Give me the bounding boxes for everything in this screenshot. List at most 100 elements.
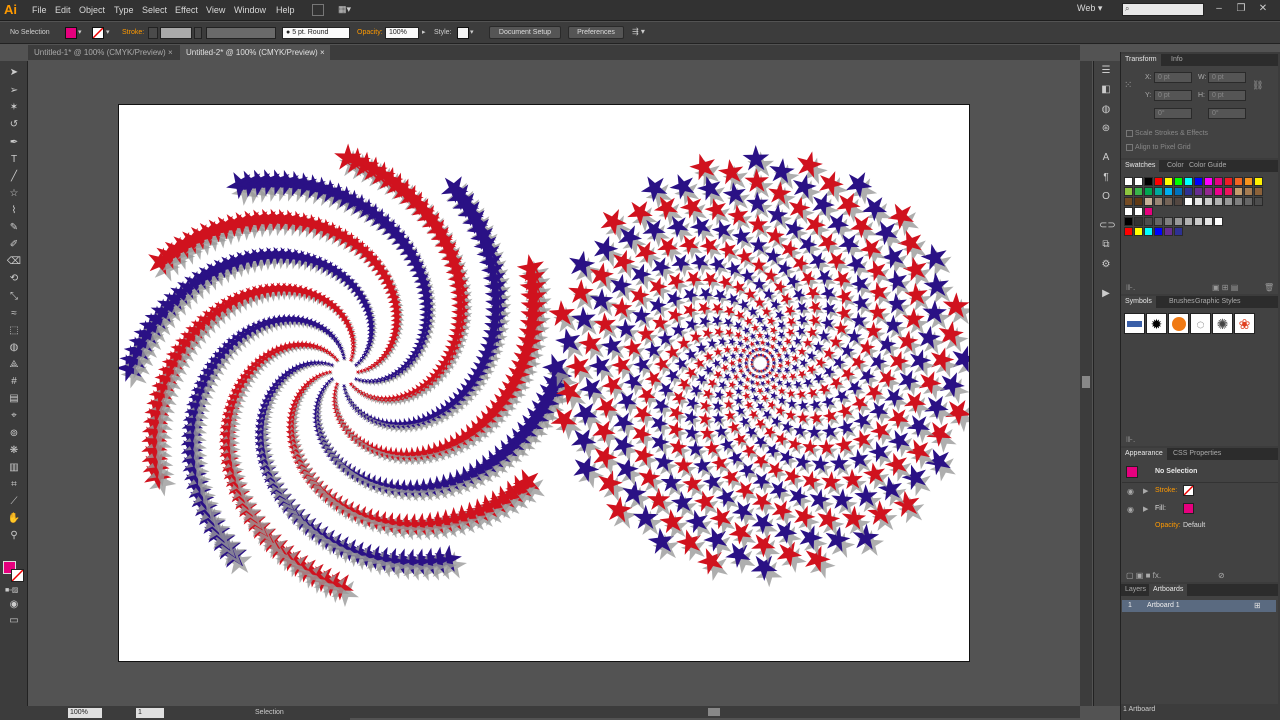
eraser-tool-icon[interactable]: ⌫ bbox=[6, 255, 22, 269]
direct-selection-tool-icon[interactable]: ➢ bbox=[6, 84, 22, 98]
trash-icon[interactable]: 🗑 bbox=[1264, 283, 1274, 292]
magic-wand-tool-icon[interactable]: ✶ bbox=[6, 101, 22, 115]
shape-builder-tool-icon[interactable]: ◍ bbox=[6, 341, 22, 355]
blend-tool-icon[interactable]: ⊚ bbox=[6, 427, 22, 441]
symbol-splat[interactable]: ✹ bbox=[1146, 313, 1167, 334]
tab-info[interactable]: Info bbox=[1167, 54, 1187, 66]
stroke-swatch[interactable] bbox=[92, 27, 104, 39]
warp-tool-icon[interactable]: ≈ bbox=[6, 307, 22, 321]
color-swatch[interactable] bbox=[1124, 197, 1133, 206]
status-mode-label[interactable]: Selection bbox=[255, 709, 284, 716]
spiral-star-artwork[interactable] bbox=[119, 140, 581, 611]
hand-tool-icon[interactable]: ✋ bbox=[6, 512, 22, 526]
stroke-weight-dropdown[interactable] bbox=[194, 27, 202, 39]
tab-css-properties[interactable]: CSS Properties bbox=[1169, 448, 1225, 460]
angle-field[interactable]: 0° bbox=[1154, 108, 1192, 119]
menu-view[interactable]: View bbox=[206, 4, 225, 16]
color-swatch[interactable] bbox=[1194, 177, 1203, 186]
tab-layers[interactable]: Layers bbox=[1121, 584, 1150, 596]
stroke-stepper[interactable] bbox=[148, 27, 158, 39]
workspace-switcher[interactable]: Web ▾ bbox=[1077, 3, 1102, 17]
style-dropdown-icon[interactable]: ▾ bbox=[470, 28, 474, 36]
menu-select[interactable]: Select bbox=[142, 4, 167, 16]
color-swatch[interactable] bbox=[1134, 197, 1143, 206]
color-swatch[interactable] bbox=[1184, 197, 1193, 206]
menu-help[interactable]: Help bbox=[276, 4, 295, 16]
appearance-fill-label[interactable]: Fill: bbox=[1155, 505, 1166, 512]
color-swatch[interactable] bbox=[1204, 217, 1213, 226]
color-swatch[interactable] bbox=[1174, 227, 1183, 236]
color-swatch[interactable] bbox=[1184, 217, 1193, 226]
color-swatch[interactable] bbox=[1214, 187, 1223, 196]
horizontal-scrollbar[interactable] bbox=[350, 706, 1080, 718]
actions-play-icon[interactable]: ▶ bbox=[1099, 287, 1113, 301]
screen-mode-icon[interactable]: ▭ bbox=[6, 614, 22, 628]
color-swatch[interactable] bbox=[1144, 187, 1153, 196]
color-swatch[interactable] bbox=[1164, 217, 1173, 226]
bridge-icon[interactable] bbox=[312, 4, 324, 16]
symbol-frame[interactable]: ◌ bbox=[1190, 313, 1211, 334]
brush-definition-field[interactable]: ● 5 pt. Round bbox=[282, 27, 350, 39]
artboard-nav-field[interactable]: 1 bbox=[136, 708, 164, 718]
pencil-tool-icon[interactable]: ✎ bbox=[6, 221, 22, 235]
arrange-documents-icon[interactable]: ▦▾ bbox=[338, 4, 358, 16]
minimize-icon[interactable]: – bbox=[1212, 3, 1226, 16]
color-swatch[interactable] bbox=[1134, 207, 1143, 216]
color-swatch[interactable] bbox=[1154, 187, 1163, 196]
restore-icon[interactable]: ❐ bbox=[1234, 3, 1248, 16]
symbol-orange-ball[interactable] bbox=[1168, 313, 1189, 334]
color-swatch[interactable] bbox=[1144, 197, 1153, 206]
tab-close-icon[interactable]: × bbox=[168, 48, 173, 57]
eye-icon[interactable]: ◉ bbox=[1127, 487, 1134, 496]
color-swatch[interactable] bbox=[1234, 187, 1243, 196]
document-setup-button[interactable]: Document Setup bbox=[489, 26, 561, 39]
menu-window[interactable]: Window bbox=[234, 4, 266, 16]
star-tool-icon[interactable]: ☆ bbox=[6, 187, 22, 201]
eyedropper-tool-icon[interactable]: ⌖ bbox=[6, 409, 22, 423]
align-pixel-checkbox[interactable] bbox=[1126, 144, 1133, 151]
tab-transform[interactable]: Transform bbox=[1121, 54, 1161, 66]
artboard-name[interactable]: Artboard 1 bbox=[1147, 602, 1180, 609]
color-swatch[interactable] bbox=[1194, 187, 1203, 196]
color-swatch[interactable] bbox=[1194, 217, 1203, 226]
blob-brush-tool-icon[interactable]: ✐ bbox=[6, 238, 22, 252]
menu-object[interactable]: Object bbox=[79, 4, 105, 16]
scale-tool-icon[interactable]: ⤡ bbox=[6, 290, 22, 304]
menu-lines-icon[interactable]: ☰ bbox=[1099, 64, 1113, 78]
y-field[interactable]: 0 pt bbox=[1154, 90, 1192, 101]
expand-arrow-icon[interactable]: ▶ bbox=[1143, 505, 1148, 513]
appearance-footer-icons[interactable]: ▢ ▣ ■ fx. bbox=[1126, 571, 1161, 580]
color-swatch[interactable] bbox=[1134, 227, 1143, 236]
artboard[interactable] bbox=[118, 104, 970, 662]
color-swatch[interactable] bbox=[1174, 177, 1183, 186]
menu-type[interactable]: Type bbox=[114, 4, 134, 16]
symbol-sprayer-tool-icon[interactable]: ❋ bbox=[6, 444, 22, 458]
opentype-icon[interactable]: O bbox=[1099, 190, 1113, 204]
variable-width-profile[interactable] bbox=[206, 27, 276, 39]
artboard-row[interactable] bbox=[1122, 600, 1276, 612]
opacity-label[interactable]: Opacity: bbox=[357, 29, 383, 36]
color-swatch[interactable] bbox=[1194, 197, 1203, 206]
appearance-opacity-label[interactable]: Opacity: bbox=[1155, 522, 1181, 529]
slice-tool-icon[interactable]: ⟋ bbox=[6, 495, 22, 509]
color-swatch[interactable] bbox=[1204, 177, 1213, 186]
pen-tool-icon[interactable]: ✒ bbox=[6, 136, 22, 150]
appearance-stroke-label[interactable]: Stroke: bbox=[1155, 487, 1177, 494]
color-swatch[interactable] bbox=[1204, 197, 1213, 206]
opacity-dropdown-icon[interactable]: ▸ bbox=[422, 28, 426, 36]
color-swatch[interactable] bbox=[1124, 217, 1133, 226]
line-tool-icon[interactable]: ╱ bbox=[6, 170, 22, 184]
menu-edit[interactable]: Edit bbox=[55, 4, 71, 16]
color-swatch[interactable] bbox=[1254, 177, 1263, 186]
reference-point-icon[interactable]: ⁙ bbox=[1124, 80, 1132, 91]
color-swatch[interactable] bbox=[1154, 217, 1163, 226]
color-swatch[interactable] bbox=[1214, 177, 1223, 186]
gradient-tool-icon[interactable]: ▤ bbox=[6, 392, 22, 406]
perspective-grid-tool-icon[interactable]: ⟁ bbox=[6, 358, 22, 372]
color-swatch[interactable] bbox=[1134, 177, 1143, 186]
selection-tool-icon[interactable]: ➤ bbox=[6, 66, 22, 80]
symbol-blue-bar[interactable] bbox=[1124, 313, 1145, 334]
tab-color-guide[interactable]: Color Guide bbox=[1185, 160, 1230, 172]
color-swatch[interactable] bbox=[1244, 197, 1253, 206]
rotate-tool-icon[interactable]: ⟲ bbox=[6, 272, 22, 286]
